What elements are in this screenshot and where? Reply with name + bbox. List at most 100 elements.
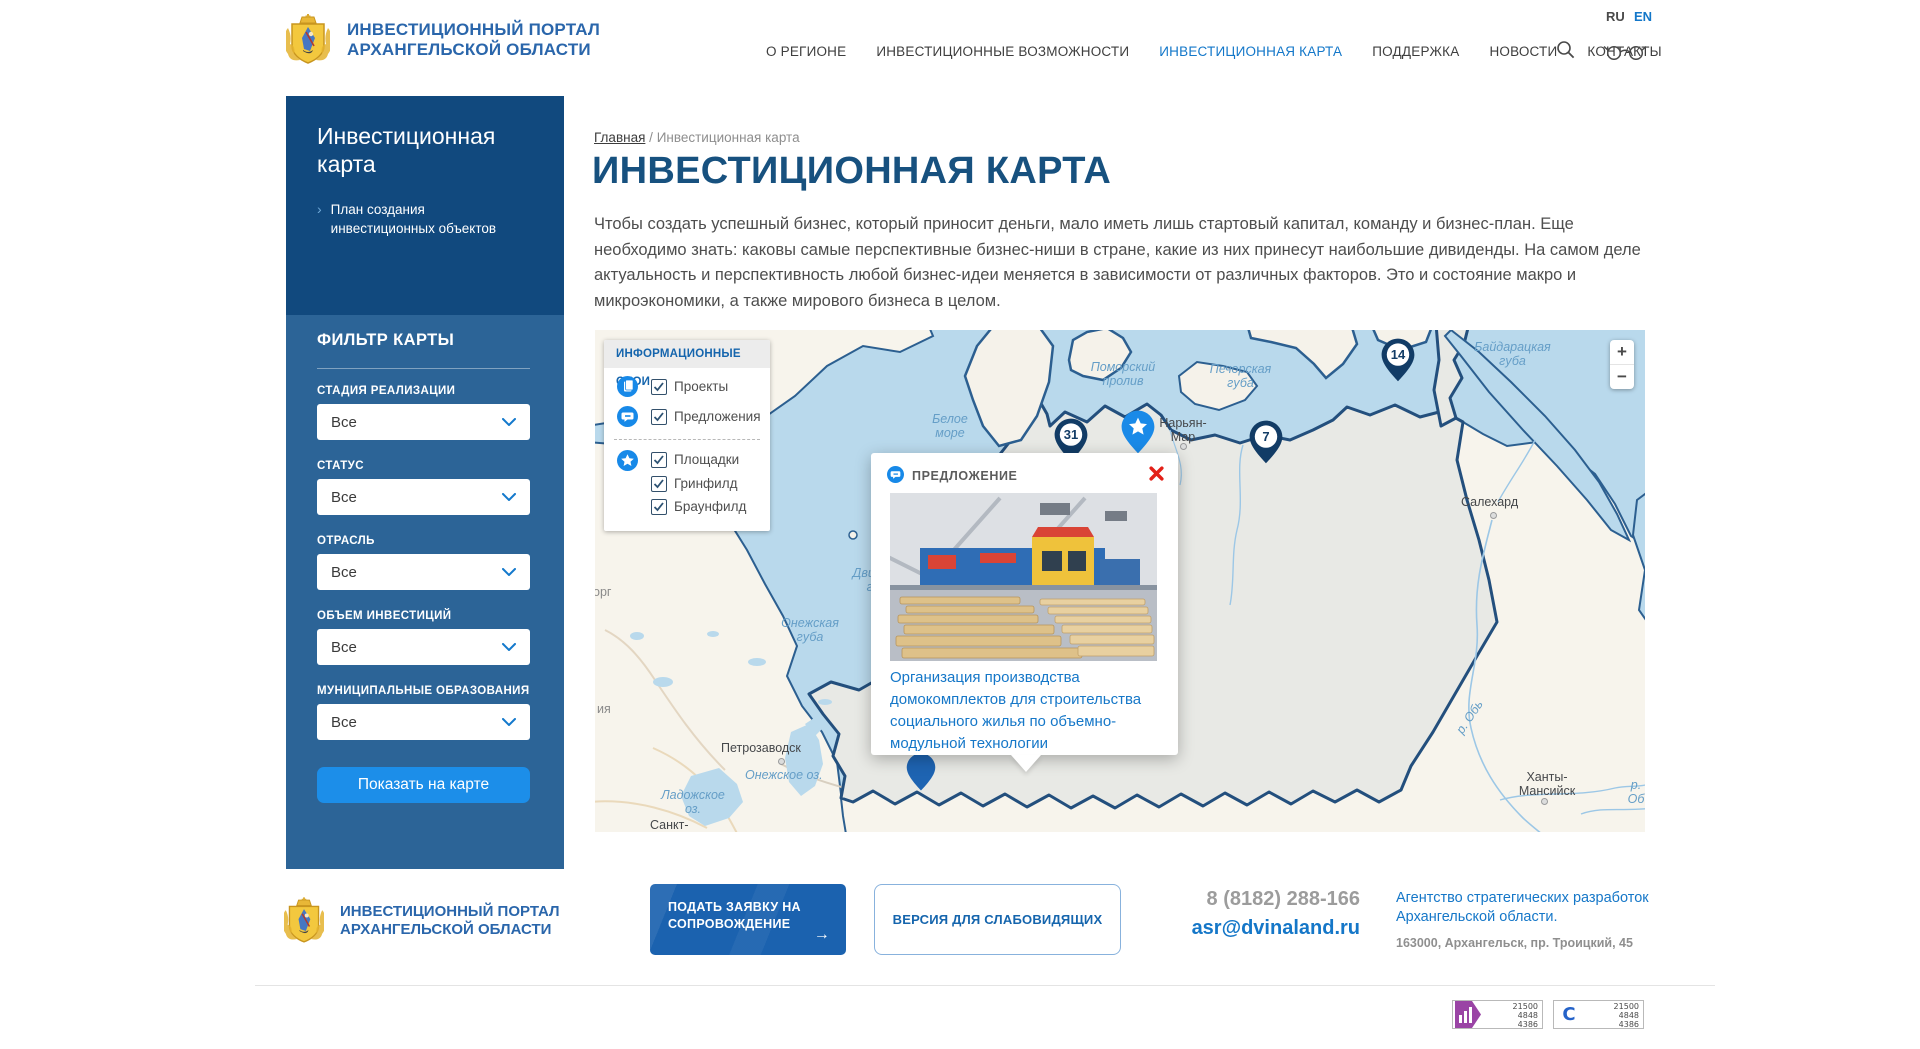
footer-email[interactable]: asr@dvinaland.ru — [1120, 917, 1360, 940]
filter-group-industry: ОТРАСЛЬ Все — [317, 535, 530, 590]
layer-label-brownfield[interactable]: Браунфилд — [674, 499, 746, 514]
nav-region[interactable]: О РЕГИОНЕ — [766, 44, 846, 59]
accessibility-glasses-icon[interactable] — [1603, 42, 1649, 60]
info-layers-title: ИНФОРМАЦИОННЫЕ СЛОИ — [604, 340, 770, 368]
footer-divider — [255, 985, 1715, 986]
page-title: ИНВЕСТИЦИОННАЯ КАРТА — [592, 150, 1111, 193]
header-logo[interactable]: ИНВЕСТИЦИОННЫЙ ПОРТАЛ АРХАНГЕЛЬСКОЙ ОБЛА… — [286, 14, 600, 66]
map-label-pechorskaya-bay: Печорская губа — [1193, 362, 1288, 390]
city-dot — [1180, 443, 1187, 450]
filter-group-status: СТАТУС Все — [317, 460, 530, 515]
sidebar-item-label: План создания инвестиционных объектов — [331, 200, 512, 238]
sidebar-item-plan[interactable]: › План создания инвестиционных объектов — [317, 200, 512, 238]
offer-marker[interactable] — [905, 752, 937, 792]
lang-ru[interactable]: RU — [1606, 9, 1625, 24]
page: ИНВЕСТИЦИОННЫЙ ПОРТАЛ АРХАНГЕЛЬСКОЙ ОБЛА… — [0, 0, 1920, 1049]
star-icon — [617, 450, 638, 471]
city-dot — [1490, 512, 1497, 519]
main-nav: О РЕГИОНЕ ИНВЕСТИЦИОННЫЕ ВОЗМОЖНОСТИ ИНВ… — [766, 44, 1662, 59]
counter-values: 21500 4848 4386 — [1584, 1001, 1643, 1028]
footer-agency: Агентство стратегических разработок Арха… — [1396, 889, 1671, 950]
nav-news[interactable]: НОВОСТИ — [1489, 44, 1557, 59]
projects-checkbox[interactable] — [651, 379, 667, 395]
intro-paragraph: Чтобы создать успешный бизнес, который п… — [594, 212, 1652, 314]
map-label-ladoga-lake: Ладожское оз. — [657, 788, 729, 816]
map-label-salekhard: Салехард — [1461, 495, 1518, 509]
nav-opportunities[interactable]: ИНВЕСТИЦИОННЫЕ ВОЗМОЖНОСТИ — [876, 44, 1129, 59]
map-label-petrozavodsk: Петрозаводск — [721, 741, 801, 755]
investment-select[interactable]: Все — [317, 629, 530, 665]
counter-badge-2[interactable]: C 21500 4848 4386 — [1553, 1000, 1644, 1029]
document-icon — [617, 376, 638, 397]
sites-checkbox[interactable] — [651, 452, 667, 468]
cluster-marker-7[interactable]: 7 — [1248, 419, 1284, 465]
site-title-line2: АРХАНГЕЛЬСКОЙ ОБЛАСТИ — [347, 40, 600, 60]
chevron-down-icon — [502, 643, 516, 651]
offers-layer-icon — [617, 406, 638, 427]
search-icon[interactable] — [1556, 40, 1576, 60]
footer-phone[interactable]: 8 (8182) 288-166 — [1120, 888, 1360, 911]
sidebar-title: Инвестиционная карта — [317, 122, 517, 178]
layer-label-sites[interactable]: Площадки — [674, 452, 739, 467]
chevron-down-icon — [502, 418, 516, 426]
site-star-marker[interactable] — [1120, 409, 1156, 455]
accessibility-version-button[interactable]: ВЕРСИЯ ДЛЯ СЛАБОВИДЯЩИХ — [874, 884, 1121, 955]
counter-badge-1[interactable]: 21500 4848 4386 — [1452, 1000, 1543, 1029]
arrow-right-icon: → — [814, 926, 830, 943]
offers-checkbox[interactable] — [651, 409, 667, 425]
filter-title: ФИЛЬТР КАРТЫ — [317, 331, 454, 350]
select-value: Все — [331, 414, 357, 431]
lang-en[interactable]: EN — [1634, 9, 1652, 24]
coat-of-arms-icon — [286, 14, 330, 66]
chat-icon — [887, 466, 904, 483]
popup-tail — [1011, 755, 1041, 772]
cluster-marker-14[interactable]: 14 — [1380, 337, 1416, 383]
apply-support-label: ПОДАТЬ ЗАЯВКУ НА СОПРОВОЖДЕНИЕ — [668, 900, 801, 931]
investment-map[interactable]: Поморский пролив Печорская губа Белое мо… — [595, 330, 1645, 832]
apply-support-button[interactable]: ПОДАТЬ ЗАЯВКУ НА СОПРОВОЖДЕНИЕ → — [650, 884, 846, 955]
stage-select[interactable]: Все — [317, 404, 530, 440]
greenfield-checkbox[interactable] — [651, 476, 667, 492]
municipality-select[interactable]: Все — [317, 704, 530, 740]
nav-support[interactable]: ПОДДЕРЖКА — [1372, 44, 1459, 59]
filter-group-investment: ОБЪЕМ ИНВЕСТИЦИЙ Все — [317, 610, 530, 665]
map-label-khanty-mansiysk: Ханты- Мансийск — [1503, 770, 1591, 798]
popup-type-label: ПРЕДЛОЖЕНИЕ — [912, 469, 1017, 483]
industry-select[interactable]: Все — [317, 554, 530, 590]
city-dot — [778, 758, 785, 765]
map-popup: ПРЕДЛОЖЕНИЕ — [871, 453, 1178, 755]
layer-label-projects[interactable]: Проекты — [674, 379, 728, 394]
footer-site-title: ИНВЕСТИЦИОННЫЙ ПОРТАЛ АРХАНГЕЛЬСКОЙ ОБЛА… — [340, 903, 560, 939]
map-label-white-sea: Белое море — [905, 412, 995, 440]
zoom-in-button[interactable]: + — [1610, 340, 1634, 365]
status-select[interactable]: Все — [317, 479, 530, 515]
popup-offer-link[interactable]: Организация производства домокомплектов … — [890, 667, 1154, 755]
counter-c-logo-icon: C — [1554, 1001, 1584, 1028]
offer-type-icon — [887, 466, 904, 483]
site-title-line1: ИНВЕСТИЦИОННЫЙ ПОРТАЛ — [347, 20, 600, 40]
breadcrumb-separator-glyph: / — [649, 130, 653, 145]
agency-address: 163000, Архангельск, пр. Троицкий, 45 — [1396, 936, 1671, 950]
breadcrumb-home[interactable]: Главная — [594, 130, 645, 145]
brownfield-checkbox[interactable] — [651, 499, 667, 515]
select-value: Все — [331, 639, 357, 656]
layer-label-greenfield[interactable]: Гринфилд — [674, 476, 737, 491]
footer-logo[interactable]: ИНВЕСТИЦИОННЫЙ ПОРТАЛ АРХАНГЕЛЬСКОЙ ОБЛА… — [284, 897, 560, 945]
select-value: Все — [331, 564, 357, 581]
site-title: ИНВЕСТИЦИОННЫЙ ПОРТАЛ АРХАНГЕЛЬСКОЙ ОБЛА… — [347, 20, 600, 60]
counter-values: 21500 4848 4386 — [1483, 1001, 1542, 1028]
layer-label-offers[interactable]: Предложения — [674, 409, 761, 424]
select-value: Все — [331, 489, 357, 506]
city-dot — [1541, 798, 1548, 805]
show-on-map-button[interactable]: Показать на карте — [317, 767, 530, 803]
zoom-out-button[interactable]: − — [1610, 365, 1634, 389]
nav-investment-map[interactable]: ИНВЕСТИЦИОННАЯ КАРТА — [1159, 44, 1342, 59]
map-label-onega-lake: Онежское оз. — [745, 768, 823, 782]
map-label-baydaratskaya-bay: Байдарацкая губа — [1460, 340, 1565, 368]
filter-label: СТАДИЯ РЕАЛИЗАЦИИ — [317, 385, 530, 397]
filter-label: МУНИЦИПАЛЬНЫЕ ОБРАЗОВАНИЯ — [317, 685, 530, 697]
filter-label: ОБЪЕМ ИНВЕСТИЦИЙ — [317, 610, 530, 622]
chevron-down-icon — [502, 568, 516, 576]
coat-of-arms-icon — [284, 897, 324, 945]
close-icon[interactable] — [1149, 466, 1164, 481]
